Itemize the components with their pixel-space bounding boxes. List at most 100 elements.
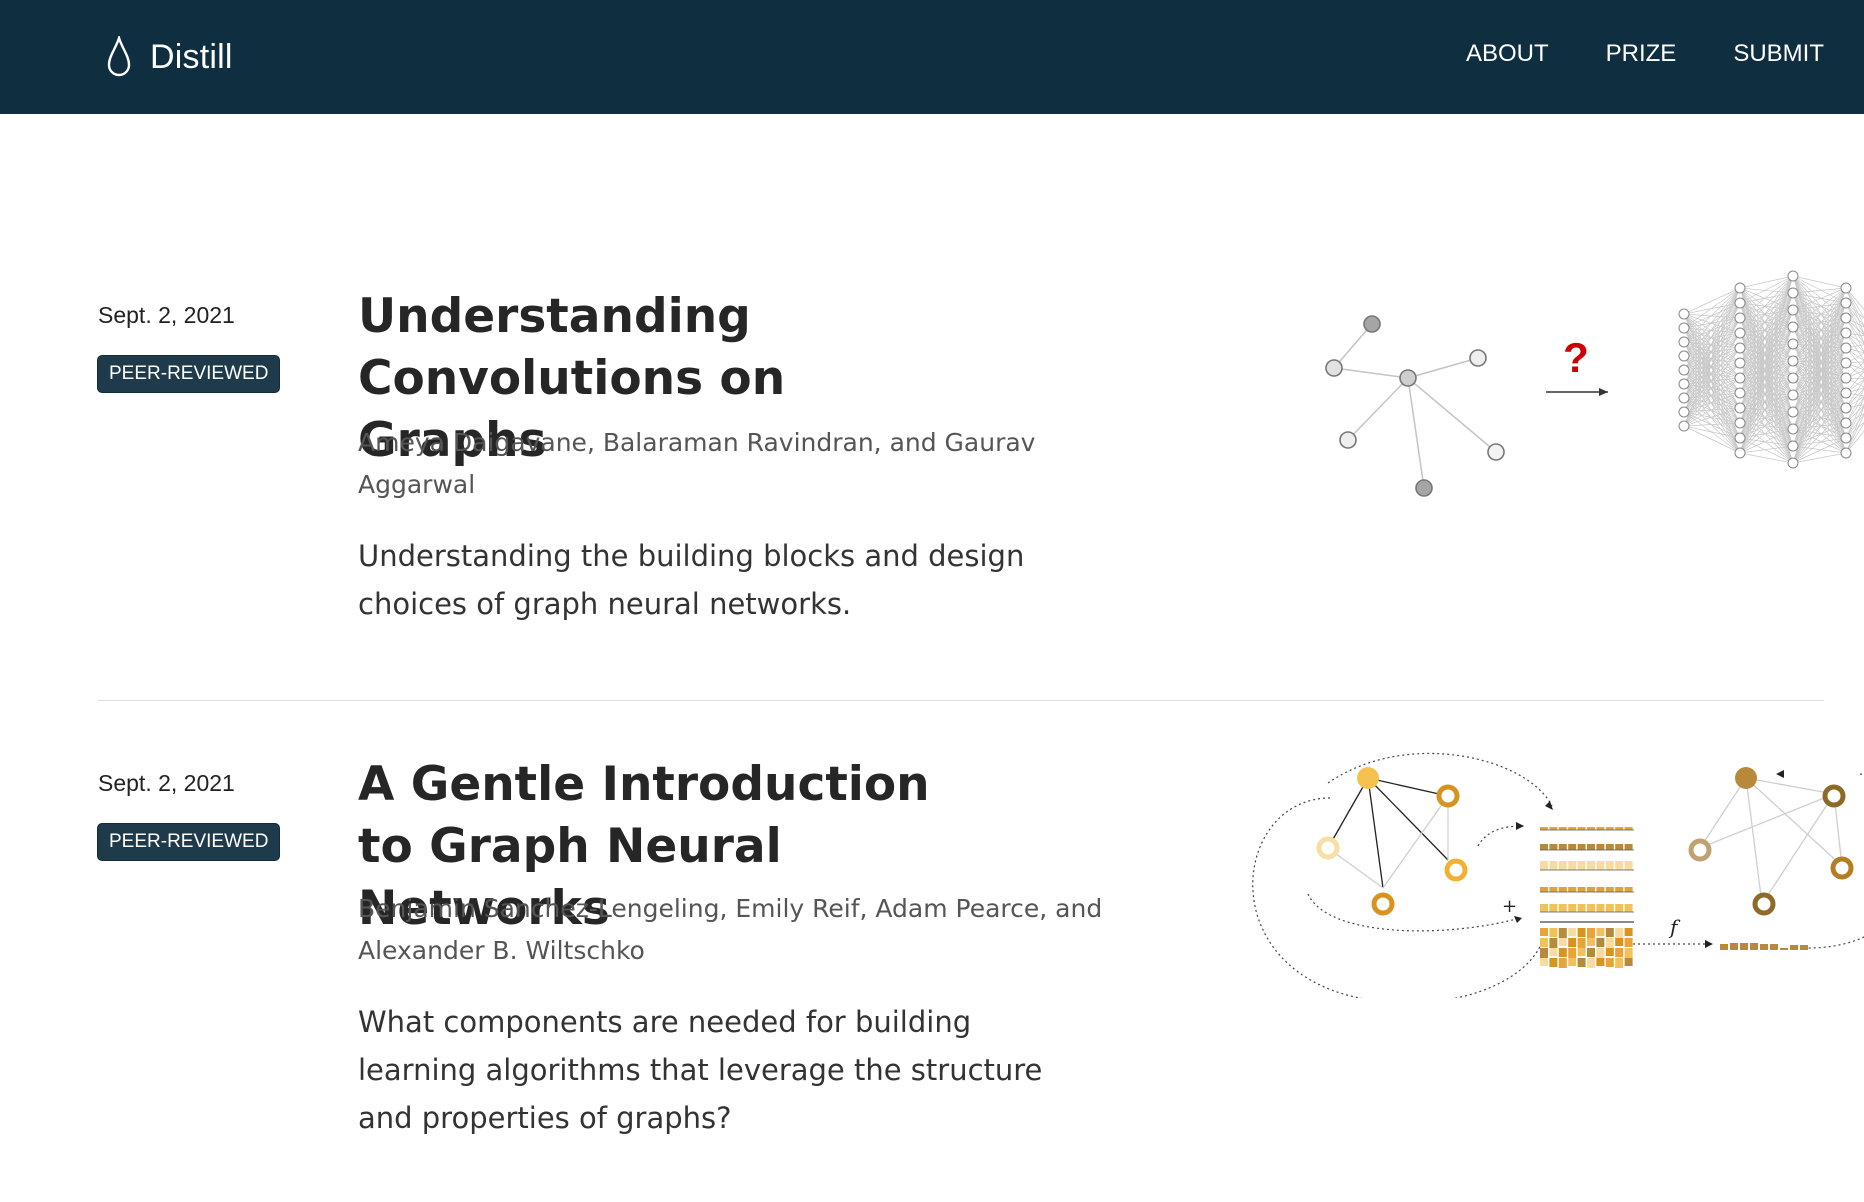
feature-cell (1596, 948, 1605, 958)
feature-cell (1577, 948, 1586, 956)
feature-cell (1577, 887, 1586, 892)
network-node (1840, 402, 1852, 414)
network-node (1678, 308, 1690, 320)
gnn-aggregation-thumbnail[interactable]: + f (1208, 738, 1864, 998)
output-cell (1720, 944, 1728, 950)
feature-cell (1615, 948, 1624, 957)
feature-cell (1540, 948, 1548, 958)
post-card[interactable]: Sept. 2, 2021 PEER-REVIEWED Understandin… (98, 270, 1864, 700)
logo-link[interactable]: Distill (106, 28, 233, 86)
network-node (1787, 270, 1799, 282)
post-card[interactable]: Sept. 2, 2021 PEER-REVIEWED A Gentle Int… (98, 748, 1864, 1168)
question-mark: ? (1563, 334, 1589, 381)
feature-cell (1558, 948, 1567, 957)
feature-cell (1615, 938, 1624, 946)
post-date: Sept. 2, 2021 (98, 302, 235, 328)
feature-cell (1568, 827, 1577, 830)
feature-cell (1624, 958, 1633, 966)
post-authors: Ameya Daigavane, Balaraman Ravindran, an… (358, 428, 1036, 499)
graph-node (1357, 767, 1379, 789)
graph-node (1415, 479, 1433, 497)
output-cell (1740, 943, 1748, 950)
feature-cell (1568, 958, 1577, 966)
feature-cell (1615, 958, 1624, 968)
network-node (1678, 336, 1690, 348)
network-node (1734, 342, 1746, 354)
site-header: Distill ABOUT PRIZE SUBMIT (0, 0, 1864, 114)
nav-submit[interactable]: SUBMIT (1733, 40, 1824, 68)
feature-cell (1624, 948, 1633, 958)
feature-cell (1624, 887, 1633, 892)
network-node (1840, 282, 1852, 294)
graph-node (1399, 369, 1417, 387)
network-node (1840, 417, 1852, 429)
graph-node (1436, 784, 1460, 808)
network-node (1787, 423, 1799, 435)
output-cell (1780, 948, 1788, 950)
feature-cell (1615, 904, 1624, 912)
feature-cell (1596, 928, 1605, 936)
feature-cell (1605, 958, 1614, 967)
feature-cell (1540, 928, 1548, 936)
feature-cell (1568, 887, 1577, 892)
network-node (1787, 372, 1799, 384)
feature-cell (1605, 904, 1614, 912)
network-node (1678, 350, 1690, 362)
feature-cell (1624, 904, 1633, 912)
feature-cell (1558, 844, 1567, 850)
nav-prize[interactable]: PRIZE (1606, 40, 1677, 68)
feature-cell (1568, 861, 1577, 870)
feature-cell (1624, 861, 1633, 870)
feature-cell (1568, 938, 1577, 947)
network-node (1840, 432, 1852, 444)
network-node (1734, 387, 1746, 399)
feature-cell (1549, 948, 1558, 956)
feature-cell (1615, 844, 1624, 850)
network-node (1787, 321, 1799, 333)
feature-cell (1549, 844, 1558, 850)
graph-to-network-thumbnail[interactable]: ? (1208, 270, 1864, 510)
output-cell (1770, 944, 1778, 950)
feature-cell (1549, 958, 1558, 967)
network-node (1840, 387, 1852, 399)
feature-cell (1549, 887, 1558, 892)
network-node (1840, 327, 1852, 339)
graph-node (1444, 858, 1468, 882)
feature-cell (1596, 958, 1605, 966)
feature-cell (1596, 904, 1605, 912)
network-node (1678, 322, 1690, 334)
feature-cell (1596, 827, 1605, 830)
feature-cell (1540, 861, 1548, 870)
output-cell (1760, 944, 1768, 950)
nav-about[interactable]: ABOUT (1466, 40, 1549, 68)
feature-cell (1605, 948, 1614, 956)
feature-cell (1587, 928, 1595, 938)
feature-cell (1577, 938, 1586, 948)
feature-cell (1577, 928, 1586, 937)
network-node (1734, 327, 1746, 339)
network-node (1678, 392, 1690, 404)
post-authors: Benjamin Sanchez-Lengeling, Emily Reif, … (358, 894, 1103, 965)
feature-cell (1605, 844, 1614, 850)
feature-cell (1568, 904, 1577, 912)
feature-cell (1577, 958, 1586, 967)
feature-cell (1558, 928, 1567, 938)
peer-reviewed-badge: PEER-REVIEWED (98, 356, 280, 392)
network-node (1840, 342, 1852, 354)
network-node (1734, 297, 1746, 309)
network-node (1734, 402, 1746, 414)
network-node (1787, 338, 1799, 350)
feature-cell (1558, 938, 1567, 946)
arrow-icon (1546, 388, 1608, 396)
network-node (1840, 447, 1852, 459)
feature-cell (1558, 904, 1567, 912)
logo-text: Distill (150, 37, 233, 76)
feature-cell (1577, 861, 1586, 870)
feature-cell (1549, 861, 1558, 870)
feature-cell (1615, 827, 1624, 830)
network-node (1734, 357, 1746, 369)
feature-cell (1615, 861, 1624, 870)
network-node (1734, 447, 1746, 459)
feature-cell (1624, 827, 1633, 830)
feature-cell (1558, 887, 1567, 892)
